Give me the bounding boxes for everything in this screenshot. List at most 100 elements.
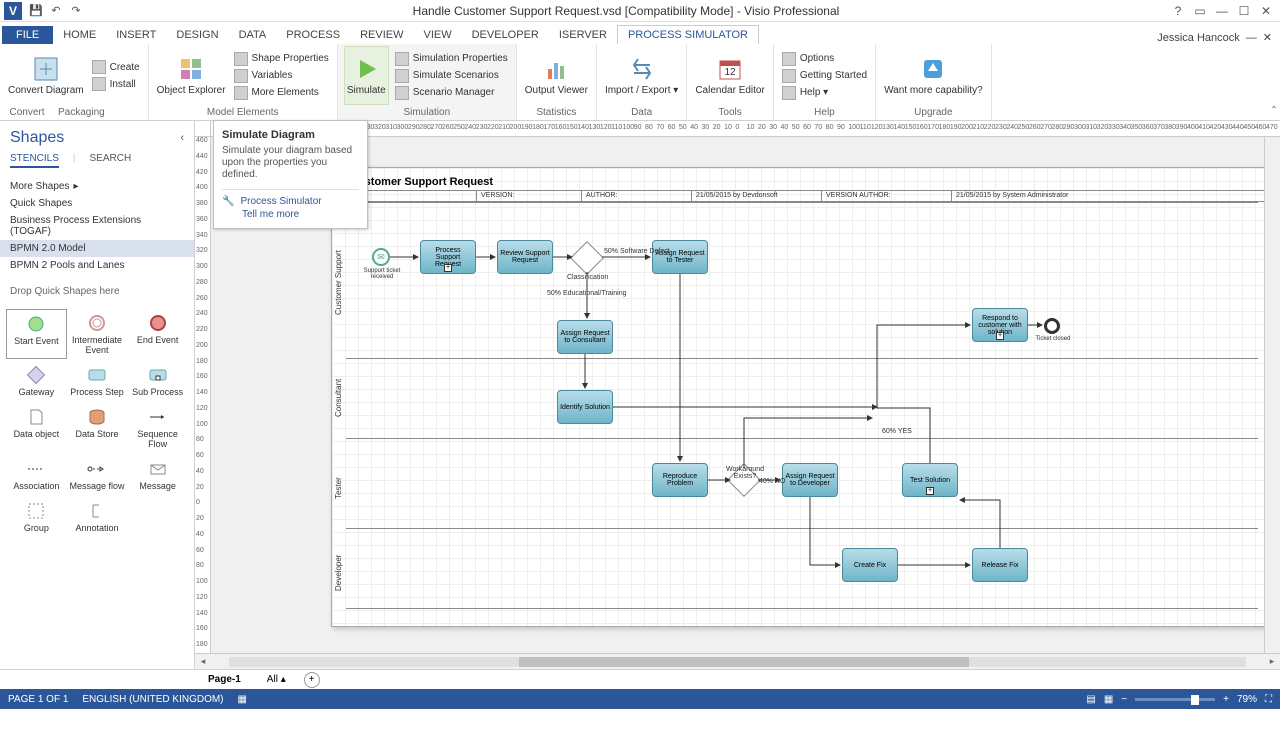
collapse-shapes-icon[interactable]: ‹ bbox=[180, 132, 184, 144]
redo-icon[interactable]: ↷ bbox=[68, 3, 84, 19]
tab-view[interactable]: VIEW bbox=[413, 26, 461, 44]
scenario-manager-button[interactable]: Scenario Manager bbox=[393, 85, 510, 101]
lane-tester[interactable]: Tester bbox=[334, 448, 343, 528]
shape-sequence-flow[interactable]: Sequence Flow bbox=[127, 403, 188, 453]
simulate-button[interactable]: Simulate bbox=[344, 46, 389, 105]
tooltip-tell-more[interactable]: Tell me more bbox=[242, 209, 359, 220]
more-shapes-item[interactable]: More Shapes▸ bbox=[0, 178, 194, 195]
shape-gateway[interactable]: Gateway bbox=[6, 361, 67, 401]
view-presentation-icon[interactable]: ▤ bbox=[1086, 694, 1095, 705]
save-icon[interactable]: 💾 bbox=[28, 3, 44, 19]
task-create-fix[interactable]: Create Fix bbox=[842, 548, 898, 582]
upgrade-button[interactable]: Want more capability? bbox=[882, 46, 985, 105]
lane-developer[interactable]: Developer bbox=[334, 538, 343, 608]
canvas[interactable]: Customer Support Request VERSION: AUTHOR… bbox=[211, 137, 1264, 653]
shape-end-event[interactable]: End Event bbox=[127, 309, 188, 359]
task-assign-developer[interactable]: Assign Request to Developer bbox=[782, 463, 838, 497]
output-viewer-button[interactable]: Output Viewer bbox=[523, 46, 590, 105]
object-explorer-button[interactable]: Object Explorer bbox=[155, 46, 228, 105]
macro-icon[interactable]: ▦ bbox=[238, 694, 247, 705]
add-page-button[interactable]: + bbox=[304, 672, 320, 688]
shape-group[interactable]: Group bbox=[6, 497, 67, 537]
gateway-classification[interactable] bbox=[570, 241, 604, 275]
vertical-scrollbar[interactable] bbox=[1264, 137, 1280, 653]
help-icon[interactable]: ? bbox=[1168, 3, 1188, 19]
more-elements-button[interactable]: More Elements bbox=[232, 85, 331, 101]
tab-developer[interactable]: DEVELOPER bbox=[462, 26, 549, 44]
shape-intermediate-event[interactable]: Intermediate Event bbox=[67, 309, 128, 359]
tab-review[interactable]: REVIEW bbox=[350, 26, 413, 44]
shape-data-store[interactable]: Data Store bbox=[67, 403, 128, 453]
task-process-support[interactable]: Process Support Request+ bbox=[420, 240, 476, 274]
stencil-item[interactable]: Quick Shapes bbox=[0, 195, 194, 212]
minimize-icon[interactable]: — bbox=[1212, 3, 1232, 19]
tab-process[interactable]: PROCESS bbox=[276, 26, 350, 44]
zoom-out-icon[interactable]: − bbox=[1121, 694, 1127, 705]
file-tab[interactable]: FILE bbox=[2, 26, 53, 44]
shape-message[interactable]: Message bbox=[127, 455, 188, 495]
task-test-solution[interactable]: Test Solution+ bbox=[902, 463, 958, 497]
diagram-page[interactable]: Customer Support Request VERSION: AUTHOR… bbox=[331, 167, 1264, 627]
ribbon-options-icon[interactable]: ▭ bbox=[1190, 3, 1210, 19]
zoom-slider[interactable] bbox=[1135, 698, 1215, 701]
shape-association[interactable]: Association bbox=[6, 455, 67, 495]
stencils-tab[interactable]: STENCILS bbox=[10, 153, 59, 168]
variables-button[interactable]: Variables bbox=[232, 68, 331, 84]
tab-data[interactable]: DATA bbox=[229, 26, 277, 44]
task-assign-consultant[interactable]: Assign Request to Consultant bbox=[557, 320, 613, 354]
shape-data-object[interactable]: Data object bbox=[6, 403, 67, 453]
task-reproduce-problem[interactable]: Reproduce Problem bbox=[652, 463, 708, 497]
scroll-thumb[interactable] bbox=[519, 657, 969, 667]
task-respond-customer[interactable]: Respond to customer with solution+ bbox=[972, 308, 1028, 342]
scroll-left-icon[interactable]: ◂ bbox=[195, 656, 211, 667]
search-tab[interactable]: SEARCH bbox=[90, 153, 132, 168]
close-icon[interactable]: ✕ bbox=[1256, 3, 1276, 19]
page-tab-1[interactable]: Page-1 bbox=[200, 672, 249, 687]
start-event[interactable] bbox=[372, 248, 390, 266]
simulate-scenarios-button[interactable]: Simulate Scenarios bbox=[393, 68, 510, 84]
shape-properties-button[interactable]: Shape Properties bbox=[232, 51, 331, 67]
task-assign-tester[interactable]: Assign Request to Tester bbox=[652, 240, 708, 274]
page-tab-all[interactable]: All ▴ bbox=[259, 672, 294, 687]
import-export-button[interactable]: Import / Export ▾ bbox=[603, 46, 680, 105]
tab-iserver[interactable]: ISERVER bbox=[549, 26, 617, 44]
tab-process-simulator[interactable]: PROCESS SIMULATOR bbox=[617, 25, 759, 44]
simulation-properties-button[interactable]: Simulation Properties bbox=[393, 51, 510, 67]
status-language[interactable]: ENGLISH (UNITED KINGDOM) bbox=[82, 694, 223, 705]
tab-design[interactable]: DESIGN bbox=[166, 26, 228, 44]
horizontal-scrollbar[interactable]: ◂ ▸ bbox=[195, 653, 1280, 669]
create-button[interactable]: Create bbox=[90, 59, 142, 75]
lane-consultant[interactable]: Consultant bbox=[334, 363, 343, 433]
tab-home[interactable]: HOME bbox=[53, 26, 106, 44]
tab-insert[interactable]: INSERT bbox=[106, 26, 166, 44]
stencil-item[interactable]: BPMN 2 Pools and Lanes bbox=[0, 257, 194, 274]
getting-started-button[interactable]: Getting Started bbox=[780, 68, 869, 84]
lane-customer-support[interactable]: Customer Support bbox=[334, 223, 343, 343]
install-button[interactable]: Install bbox=[90, 76, 142, 92]
undo-icon[interactable]: ↶ bbox=[48, 3, 64, 19]
scroll-right-icon[interactable]: ▸ bbox=[1264, 656, 1280, 667]
end-event[interactable] bbox=[1044, 318, 1060, 334]
stencil-item[interactable]: Business Process Extensions (TOGAF) bbox=[0, 212, 194, 240]
view-normal-icon[interactable]: ▦ bbox=[1104, 694, 1113, 705]
task-release-fix[interactable]: Release Fix bbox=[972, 548, 1028, 582]
zoom-in-icon[interactable]: + bbox=[1223, 694, 1229, 705]
convert-diagram-button[interactable]: Convert Diagram bbox=[6, 46, 86, 105]
zoom-level[interactable]: 79% bbox=[1237, 694, 1257, 705]
tooltip-link[interactable]: 🔧 Process Simulator bbox=[222, 196, 359, 207]
shape-start-event[interactable]: Start Event bbox=[6, 309, 67, 359]
user-name[interactable]: Jessica Hancock bbox=[1157, 32, 1240, 44]
user-minimize-icon[interactable]: — bbox=[1246, 32, 1257, 44]
options-button[interactable]: Options bbox=[780, 51, 869, 67]
user-close-icon[interactable]: ✕ bbox=[1263, 31, 1272, 44]
help-button[interactable]: Help ▾ bbox=[780, 85, 869, 101]
task-review-support[interactable]: Review Support Request bbox=[497, 240, 553, 274]
maximize-icon[interactable]: ☐ bbox=[1234, 3, 1254, 19]
task-identify-solution[interactable]: Identify Solution bbox=[557, 390, 613, 424]
calendar-editor-button[interactable]: 12 Calendar Editor bbox=[693, 46, 766, 105]
stencil-item[interactable]: BPMN 2.0 Model bbox=[0, 240, 194, 257]
pool-title[interactable]: Customer Support Request bbox=[350, 176, 493, 188]
shape-message-flow[interactable]: Message flow bbox=[67, 455, 128, 495]
shape-annotation[interactable]: Annotation bbox=[67, 497, 128, 537]
fit-window-icon[interactable]: ⛶ bbox=[1265, 694, 1272, 705]
